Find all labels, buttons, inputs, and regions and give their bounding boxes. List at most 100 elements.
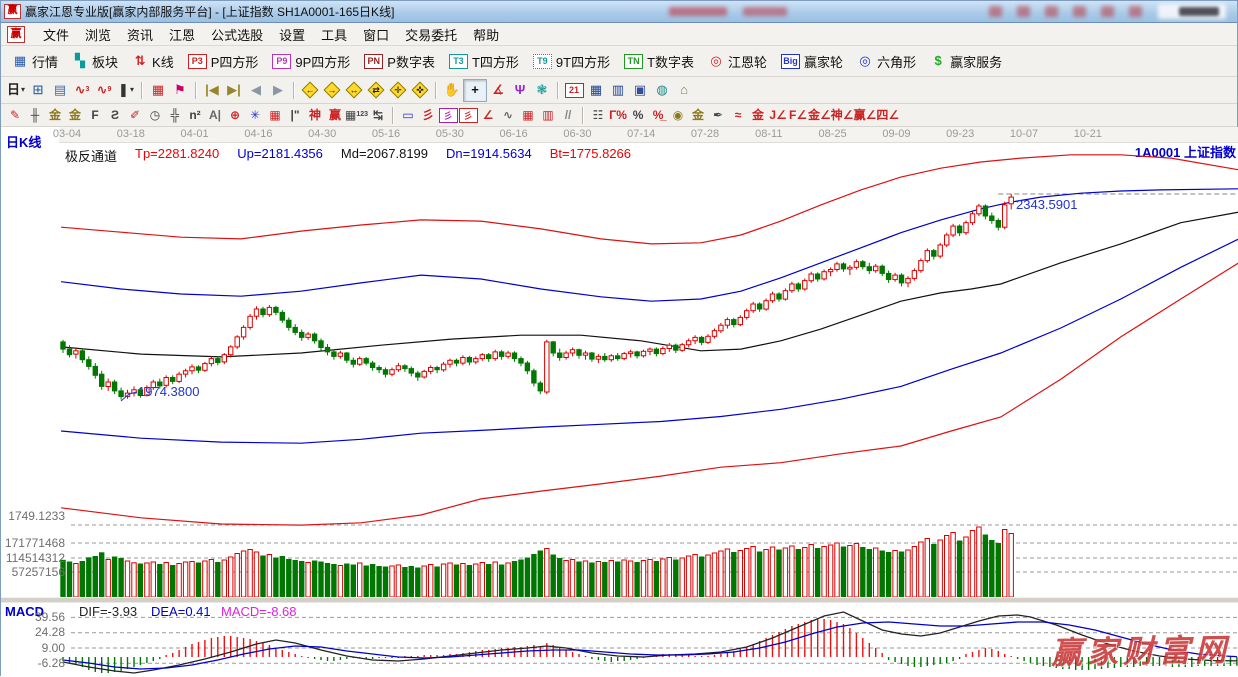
swirl5-button[interactable]: Ƨ bbox=[105, 106, 125, 124]
menu-item-7[interactable]: 工具 bbox=[313, 22, 355, 47]
expand-all-button[interactable]: ✛ bbox=[387, 80, 409, 101]
chart3-button[interactable]: ∿ 3 bbox=[71, 80, 93, 101]
wave-tool-button[interactable]: ∿ bbox=[498, 106, 518, 124]
fit-all-button[interactable]: ✜ bbox=[409, 80, 431, 101]
crosshair-tool-button[interactable]: + bbox=[463, 78, 487, 102]
t-number-button[interactable]: TN T数字表 bbox=[617, 49, 701, 74]
boxed-fan-button[interactable]: 彡 bbox=[438, 106, 458, 124]
square-grid-button[interactable]: ▦ bbox=[265, 106, 285, 124]
price-grid2-button[interactable]: ▥ bbox=[538, 106, 558, 124]
chart9-button[interactable]: ∿ 9 bbox=[93, 80, 115, 101]
box-tool-button[interactable]: ▭ bbox=[398, 106, 418, 124]
fan-lines-button[interactable]: 彡 bbox=[418, 106, 438, 124]
shen-angle-button[interactable]: 神∠ bbox=[831, 106, 854, 124]
flag-button[interactable]: ⚑ bbox=[169, 80, 191, 101]
web-export-button[interactable]: ◍ bbox=[651, 80, 673, 101]
jump-end-button[interactable]: ▶| bbox=[223, 80, 245, 101]
p-square-button[interactable]: P3 P四方形 bbox=[181, 49, 266, 74]
gann-wheel-button[interactable]: ◎ 江恩轮 bbox=[701, 49, 774, 74]
hexagon-button[interactable]: ◎ 六角形 bbox=[850, 49, 923, 74]
spiral-tool-button[interactable]: ❃ bbox=[531, 80, 553, 101]
menu-item-2[interactable]: 浏览 bbox=[77, 22, 119, 47]
titlebar-mini-icon[interactable] bbox=[989, 6, 1002, 17]
info-panel-button[interactable]: ▤ bbox=[49, 80, 71, 101]
menu-item-5[interactable]: 公式选股 bbox=[203, 22, 271, 47]
width-tool-button[interactable]: ↹ bbox=[368, 106, 388, 124]
ink-pen-button[interactable]: ✒ bbox=[708, 106, 728, 124]
shift-left-button[interactable]: ← bbox=[299, 80, 321, 101]
chart-panel[interactable]: 03-04 03-18 04-01 04-16 04-30 05-16 05-30 06-16… bbox=[1, 127, 1238, 677]
calculator-button[interactable]: ▦ bbox=[585, 80, 607, 101]
system-button[interactable]: ⌂ bbox=[673, 80, 695, 101]
f-angle-button[interactable]: F∠ bbox=[788, 106, 808, 124]
star-rays-button[interactable]: ✳ bbox=[245, 106, 265, 124]
menu-item-3[interactable]: 资讯 bbox=[119, 22, 161, 47]
gold-red-button[interactable]: 金 bbox=[748, 106, 768, 124]
cycle-clock-button[interactable]: ◷ bbox=[145, 106, 165, 124]
network-button[interactable]: ⊞ bbox=[27, 80, 49, 101]
candle-type-button-button[interactable]: ❚ ▾ bbox=[115, 80, 137, 101]
titlebar-mini-icon[interactable] bbox=[1045, 6, 1058, 17]
gann-ruler-button[interactable]: ╫ bbox=[25, 106, 45, 124]
percent-line-button[interactable]: %̲ bbox=[648, 106, 668, 124]
menu-item-6[interactable]: 设置 bbox=[271, 22, 313, 47]
gold-circle-button[interactable]: ◉ bbox=[668, 106, 688, 124]
shen-tool-button[interactable]: 神 bbox=[305, 106, 325, 124]
calendar-button[interactable]: 21 bbox=[563, 80, 585, 101]
p-number-button[interactable]: PN P数字表 bbox=[357, 49, 442, 74]
gold-angle-button[interactable]: 金∠ bbox=[808, 106, 831, 124]
titlebar-mini-icon[interactable] bbox=[1101, 6, 1114, 17]
kline-button[interactable]: ⇅ K线 bbox=[125, 49, 181, 74]
t9-square-button[interactable]: T9 9T四方形 bbox=[526, 49, 617, 74]
gold-ratio2-button[interactable]: 金 bbox=[65, 106, 85, 124]
grid-123-button[interactable]: ▦ 123 bbox=[345, 106, 368, 124]
titlebar-mini-icon[interactable] bbox=[1129, 6, 1142, 17]
page-back-button[interactable]: ◀ bbox=[245, 80, 267, 101]
shift-right-button[interactable]: → bbox=[321, 80, 343, 101]
zoom-h-button[interactable]: ↔ bbox=[343, 80, 365, 101]
save-button[interactable]: ▣ bbox=[629, 80, 651, 101]
menu-item-4[interactable]: 江恩 bbox=[161, 22, 203, 47]
sectors-button[interactable]: ▚ 板块 bbox=[65, 49, 125, 74]
ying-tool-button[interactable]: 赢 bbox=[325, 106, 345, 124]
menu-item-8[interactable]: 窗口 bbox=[355, 22, 397, 47]
pen2-button[interactable]: ✐ bbox=[125, 106, 145, 124]
hand-tool-button[interactable]: ✋ bbox=[441, 80, 463, 101]
quotes-button[interactable]: ▦ 行情 bbox=[5, 49, 65, 74]
percent-top-button[interactable]: Γ% bbox=[608, 106, 628, 124]
winner-wheel-button[interactable]: Big 赢家轮 bbox=[774, 49, 850, 74]
f-levels-button[interactable]: F bbox=[85, 106, 105, 124]
tick-marks-button[interactable]: |" bbox=[285, 106, 305, 124]
menu-item-1[interactable]: 文件 bbox=[35, 22, 77, 47]
gold-ratio-button[interactable]: 金 bbox=[45, 106, 65, 124]
menu-item-10[interactable]: 帮助 bbox=[465, 22, 507, 47]
notes-button[interactable]: ▥ bbox=[607, 80, 629, 101]
p9-square-button[interactable]: P9 9P四方形 bbox=[265, 49, 357, 74]
t-square-button[interactable]: T3 T四方形 bbox=[442, 49, 526, 74]
n-square-button[interactable]: n² bbox=[185, 106, 205, 124]
ying-angle-button[interactable]: 赢∠ bbox=[854, 106, 877, 124]
gann-compass-button[interactable]: ⊕ bbox=[225, 106, 245, 124]
red-grid-button[interactable]: ▦ bbox=[147, 80, 169, 101]
titlebar-mini-icon[interactable] bbox=[1017, 6, 1030, 17]
kline-chart-canvas[interactable] bbox=[1, 142, 1238, 677]
angle-tool-button[interactable]: ∡ bbox=[487, 80, 509, 101]
winner-service-button[interactable]: $ 赢家服务 bbox=[923, 49, 1009, 74]
percent-button[interactable]: % bbox=[628, 106, 648, 124]
menu-item-9[interactable]: 交易委托 bbox=[397, 22, 465, 47]
ledger-button[interactable]: ☷ bbox=[588, 106, 608, 124]
gann-shape-tool-button[interactable]: Ψ bbox=[509, 80, 531, 101]
page-fwd-button[interactable]: ▶ bbox=[267, 80, 289, 101]
titlebar-mini-icon[interactable] bbox=[1073, 6, 1086, 17]
gold-levels-button[interactable]: 金 bbox=[688, 106, 708, 124]
compress-h-button[interactable]: ⇄ bbox=[365, 80, 387, 101]
kline-period-button-button[interactable]: 日 ▾ bbox=[5, 80, 27, 101]
j-angle-button[interactable]: J∠ bbox=[768, 106, 788, 124]
ruler2-button[interactable]: ╬ bbox=[165, 106, 185, 124]
jump-start-button[interactable]: |◀ bbox=[201, 80, 223, 101]
si-angle-button[interactable]: 四∠ bbox=[876, 106, 899, 124]
slash-lines-button[interactable]: // bbox=[558, 106, 578, 124]
price-grid-button[interactable]: ▦ bbox=[518, 106, 538, 124]
draw-pen-button[interactable]: ✎ bbox=[5, 106, 25, 124]
wave-red-button[interactable]: ≈ bbox=[728, 106, 748, 124]
